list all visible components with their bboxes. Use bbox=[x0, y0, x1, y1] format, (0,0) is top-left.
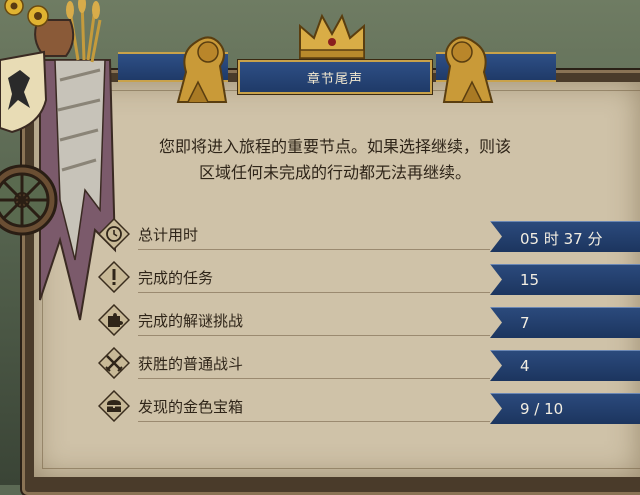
stat-row-battles: 获胜的普通战斗 4 bbox=[98, 347, 640, 381]
title-banner: 章节尾声 bbox=[238, 60, 432, 94]
stat-value-box: 05 时 37 分 bbox=[490, 221, 640, 252]
stat-label-chests: 发现的金色宝箱 bbox=[138, 398, 244, 416]
crossed-swords-icon bbox=[98, 347, 130, 379]
stat-value-chests: 9 / 10 bbox=[520, 400, 564, 418]
stat-row-puzzles: 完成的解谜挑战 7 bbox=[98, 304, 640, 338]
exclamation-icon bbox=[98, 261, 130, 293]
puzzle-icon bbox=[98, 304, 130, 336]
clock-icon bbox=[98, 218, 130, 250]
stat-value-quests: 15 bbox=[520, 271, 540, 289]
treasure-chest-icon bbox=[98, 390, 130, 422]
stat-value-box: 9 / 10 bbox=[490, 393, 640, 424]
stat-value-box: 7 bbox=[490, 307, 640, 338]
divider bbox=[138, 335, 490, 336]
stat-value-box: 4 bbox=[490, 350, 640, 381]
dialog-title: 章节尾声 bbox=[306, 71, 363, 87]
divider bbox=[138, 292, 490, 293]
message-line-2: 区域任何未完成的行动都无法再继续。 bbox=[198, 163, 471, 182]
stat-value-battles: 4 bbox=[520, 357, 530, 375]
lion-left-decoration bbox=[176, 36, 228, 103]
dialog-message: 您即将进入旅程的重要节点。如果选择继续，则该 区域任何未完成的行动都无法再继续。 bbox=[120, 134, 550, 186]
lion-right-decoration bbox=[442, 36, 494, 103]
stat-row-chests: 发现的金色宝箱 9 / 10 bbox=[98, 390, 640, 424]
divider bbox=[138, 378, 490, 379]
message-line-1: 您即将进入旅程的重要节点。如果选择继续，则该 bbox=[158, 137, 511, 156]
stat-value-puzzles: 7 bbox=[520, 314, 530, 332]
crown-decoration bbox=[299, 13, 365, 59]
stat-label-time: 总计用时 bbox=[138, 226, 199, 244]
stat-label-battles: 获胜的普通战斗 bbox=[138, 355, 244, 373]
divider bbox=[138, 421, 490, 422]
stat-label-puzzles: 完成的解谜挑战 bbox=[138, 312, 244, 330]
stat-value-time: 05 时 37 分 bbox=[520, 230, 603, 248]
stat-row-quests: 完成的任务 15 bbox=[98, 261, 640, 295]
stat-row-time: 总计用时 05 时 37 分 bbox=[98, 218, 640, 252]
stat-label-quests: 完成的任务 bbox=[138, 269, 214, 287]
stat-value-box: 15 bbox=[490, 264, 640, 295]
divider bbox=[138, 249, 490, 250]
